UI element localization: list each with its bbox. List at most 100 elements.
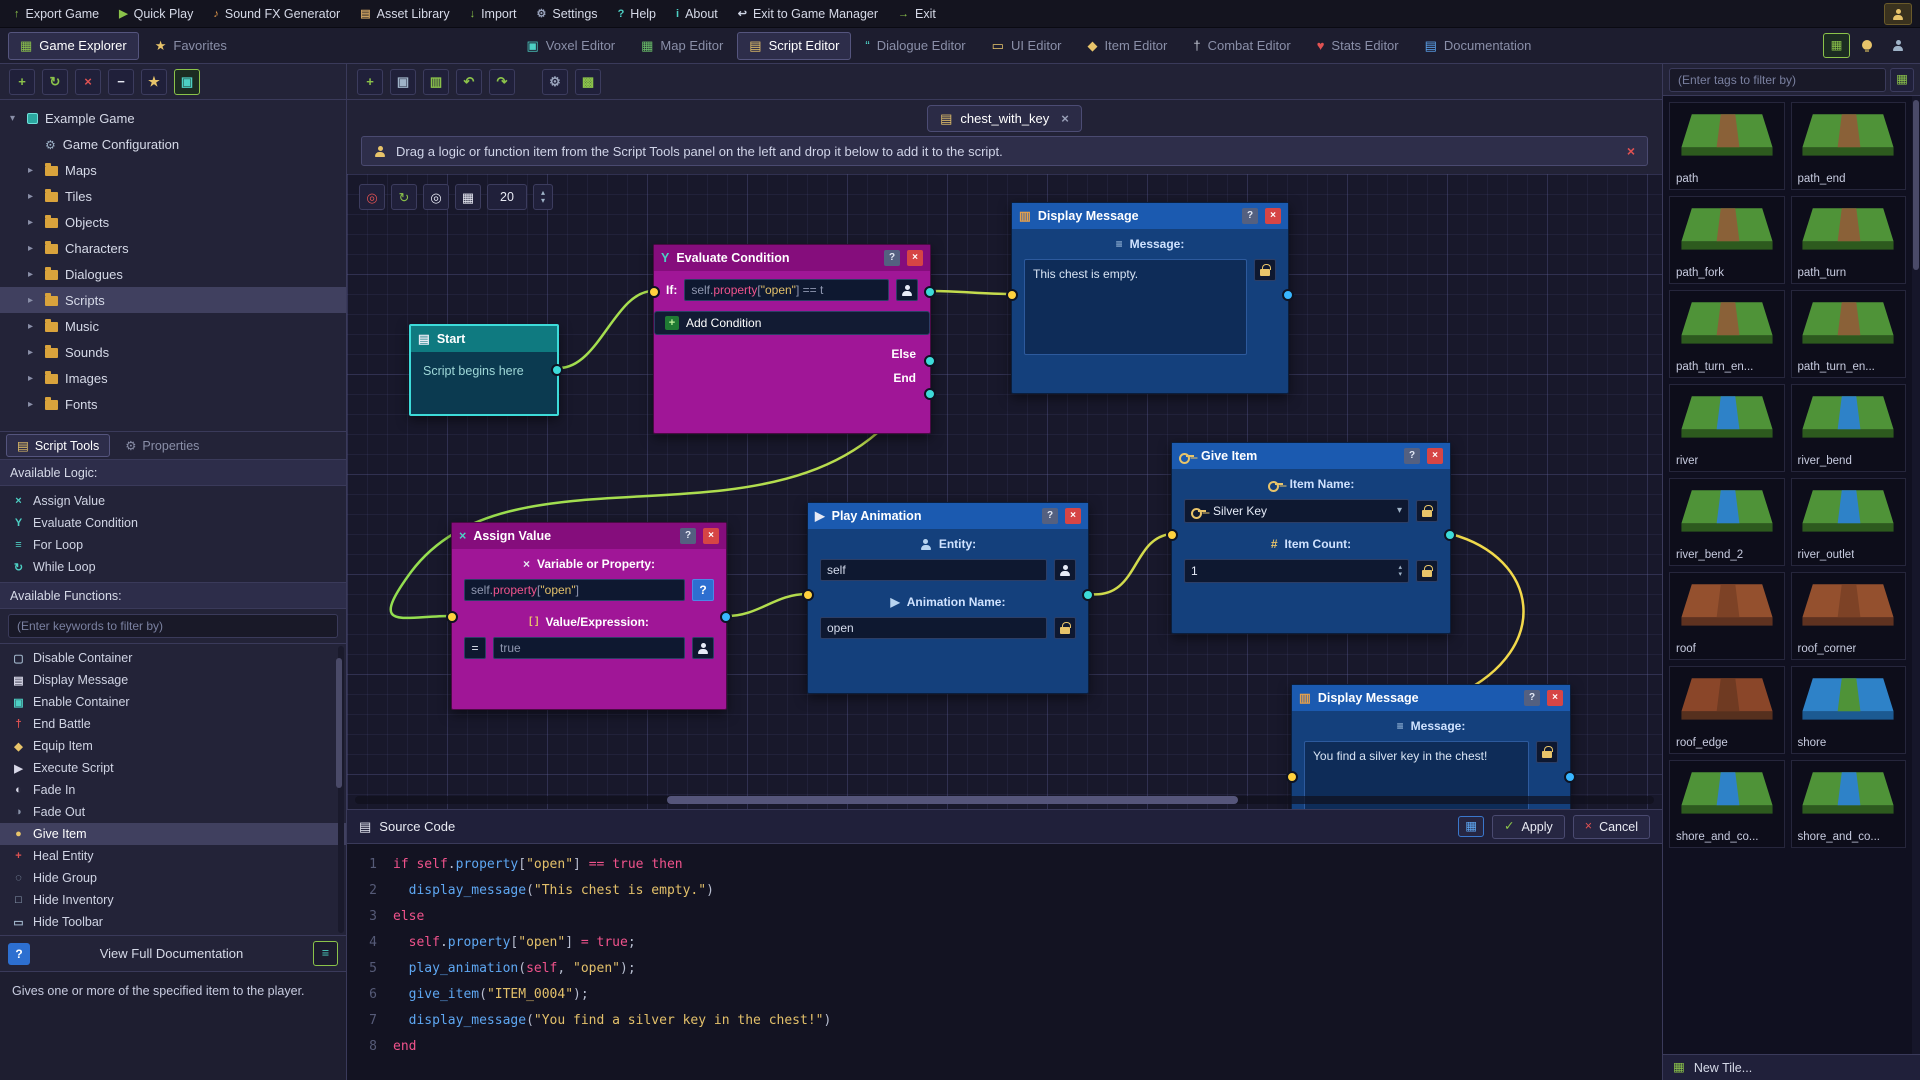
dismiss-hint-icon[interactable] (1627, 144, 1635, 158)
editor-tab[interactable]: † Combat Editor (1181, 32, 1302, 60)
grid-size-stepper[interactable] (533, 184, 553, 210)
node-display-message-2[interactable]: Display Message Message: You find a silv… (1286, 684, 1576, 809)
tile-card[interactable]: path_turn (1790, 196, 1906, 284)
view-documentation-link[interactable]: View Full Documentation (38, 946, 305, 961)
function-item[interactable]: ◐ Fade In (0, 779, 346, 801)
zoom-in-button[interactable] (423, 184, 449, 210)
chevron-icon[interactable]: ▸ (28, 217, 38, 228)
node-close-button[interactable] (907, 250, 923, 266)
code-editor[interactable]: 1 if self.property["open"] == true then 2… (347, 844, 1662, 1080)
tile-card[interactable]: shore_and_co... (1790, 760, 1906, 848)
tile-card[interactable]: shore (1790, 666, 1906, 754)
input-port[interactable] (648, 286, 660, 298)
grid-toggle-button[interactable] (455, 184, 481, 210)
close-tab-icon[interactable] (1061, 112, 1069, 125)
variable-input[interactable]: self. property["open"] (464, 579, 685, 601)
editor-tab[interactable]: ♥ Stats Editor (1305, 32, 1411, 60)
tile-card[interactable]: path_turn_en... (1790, 290, 1906, 378)
item-name-select[interactable]: Silver Key (1184, 499, 1409, 523)
message-textarea[interactable]: This chest is empty. (1024, 259, 1247, 355)
chevron-icon[interactable]: ▸ (28, 165, 38, 176)
tools-tab[interactable]: ⚙ Properties (114, 434, 210, 457)
node-close-button[interactable] (1547, 690, 1563, 706)
script-settings-button[interactable] (542, 68, 568, 95)
input-port[interactable] (1006, 289, 1018, 301)
function-item[interactable]: ▭ Hide Toolbar (0, 911, 346, 933)
entity-picker-button[interactable] (896, 279, 918, 301)
logic-item[interactable]: Y Evaluate Condition (0, 512, 346, 534)
operator-box[interactable]: = (464, 637, 486, 659)
tiles-view-button[interactable] (1822, 33, 1850, 58)
menu-item[interactable]: ↓ Import (460, 0, 527, 28)
node-give-item[interactable]: Give Item Item Name: Silver Key Item Cou… (1166, 442, 1456, 634)
lock-button[interactable] (1054, 617, 1076, 639)
info-button[interactable] (692, 579, 714, 601)
node-assign-value[interactable]: Assign Value Variable or Property: self.… (446, 522, 732, 710)
function-item[interactable]: † End Battle (0, 713, 346, 735)
scrollbar-thumb[interactable] (666, 796, 1239, 804)
logic-item[interactable]: × Assign Value (0, 490, 346, 512)
editor-tab[interactable]: ▦ Map Editor (629, 32, 735, 60)
help-button[interactable] (8, 942, 30, 965)
item-count-input[interactable]: 1 (1184, 559, 1409, 583)
count-stepper[interactable] (1398, 564, 1402, 578)
chevron-icon[interactable]: ▾ (10, 113, 20, 124)
lock-button[interactable] (1416, 560, 1438, 582)
chevron-icon[interactable]: ▸ (28, 399, 38, 410)
chevron-icon[interactable]: ▸ (28, 295, 38, 306)
tile-card[interactable]: path (1669, 102, 1785, 190)
format-code-button[interactable] (1458, 816, 1484, 837)
menu-item[interactable]: ⚙ Settings (527, 0, 608, 28)
entity-input[interactable]: self (820, 559, 1047, 581)
else-output-port[interactable] (924, 355, 936, 367)
node-help-button[interactable] (1524, 690, 1540, 706)
node-play-animation[interactable]: Play Animation Entity: self Animation Na… (802, 502, 1094, 694)
chevron-icon[interactable]: ▸ (28, 321, 38, 332)
node-display-message-1[interactable]: Display Message Message: This chest is e… (1006, 202, 1294, 394)
chevron-icon[interactable]: ▸ (28, 269, 38, 280)
tree-item[interactable]: ▸ Maps (0, 157, 346, 183)
function-item[interactable]: ● Give Item (0, 823, 346, 845)
function-item[interactable]: ▣ Enable Container (0, 691, 346, 713)
export-script-button[interactable] (575, 68, 601, 95)
tile-card[interactable]: river (1669, 384, 1785, 472)
lock-button[interactable] (1416, 500, 1438, 522)
menu-item[interactable]: ♪ Sound FX Generator (203, 0, 350, 28)
panel-tab[interactable]: ★ Favorites (143, 32, 239, 60)
tile-panel-scrollbar[interactable] (1912, 96, 1920, 1054)
menu-item[interactable]: ▤ Asset Library (350, 0, 459, 28)
tree-item[interactable]: ▸ Music (0, 313, 346, 339)
tree-item[interactable]: ▸ Dialogues (0, 261, 346, 287)
new-script-button[interactable] (357, 68, 383, 95)
output-port[interactable] (551, 364, 563, 376)
end-output-port[interactable] (924, 388, 936, 400)
chevron-icon[interactable]: ▸ (28, 373, 38, 384)
tree-item[interactable]: ▸ Fonts (0, 391, 346, 417)
node-close-button[interactable] (703, 528, 719, 544)
output-port[interactable] (1564, 771, 1576, 783)
function-item[interactable]: □ Hide Inventory (0, 889, 346, 911)
output-port[interactable] (1444, 529, 1456, 541)
node-evaluate-condition[interactable]: Evaluate Condition If: self.property["op… (648, 244, 936, 434)
tree-item[interactable]: ▸ Tiles (0, 183, 346, 209)
then-output-port[interactable] (924, 286, 936, 298)
output-port[interactable] (1082, 589, 1094, 601)
editor-tab[interactable]: ◆ Item Editor (1076, 32, 1180, 60)
function-item[interactable]: + Heal Entity (0, 845, 346, 867)
value-input[interactable]: true (493, 637, 685, 659)
tile-card[interactable]: roof (1669, 572, 1785, 660)
node-help-button[interactable] (1042, 508, 1058, 524)
canvas-horizontal-scrollbar[interactable] (355, 796, 1654, 804)
collapse-all-button[interactable] (108, 68, 134, 95)
function-item[interactable]: ▢ Disable Container (0, 647, 346, 669)
animation-name-input[interactable]: open (820, 617, 1047, 639)
function-item[interactable]: ◌ Hide Group (0, 867, 346, 889)
lock-button[interactable] (1536, 741, 1558, 763)
node-close-button[interactable] (1065, 508, 1081, 524)
tree-item[interactable]: Game Configuration (0, 131, 346, 157)
logic-item[interactable]: ≡ For Loop (0, 534, 346, 556)
function-item[interactable]: ◆ Equip Item (0, 735, 346, 757)
menu-item[interactable]: → Exit (888, 0, 946, 28)
input-port[interactable] (1166, 529, 1178, 541)
preview-toggle-button[interactable] (174, 68, 200, 95)
